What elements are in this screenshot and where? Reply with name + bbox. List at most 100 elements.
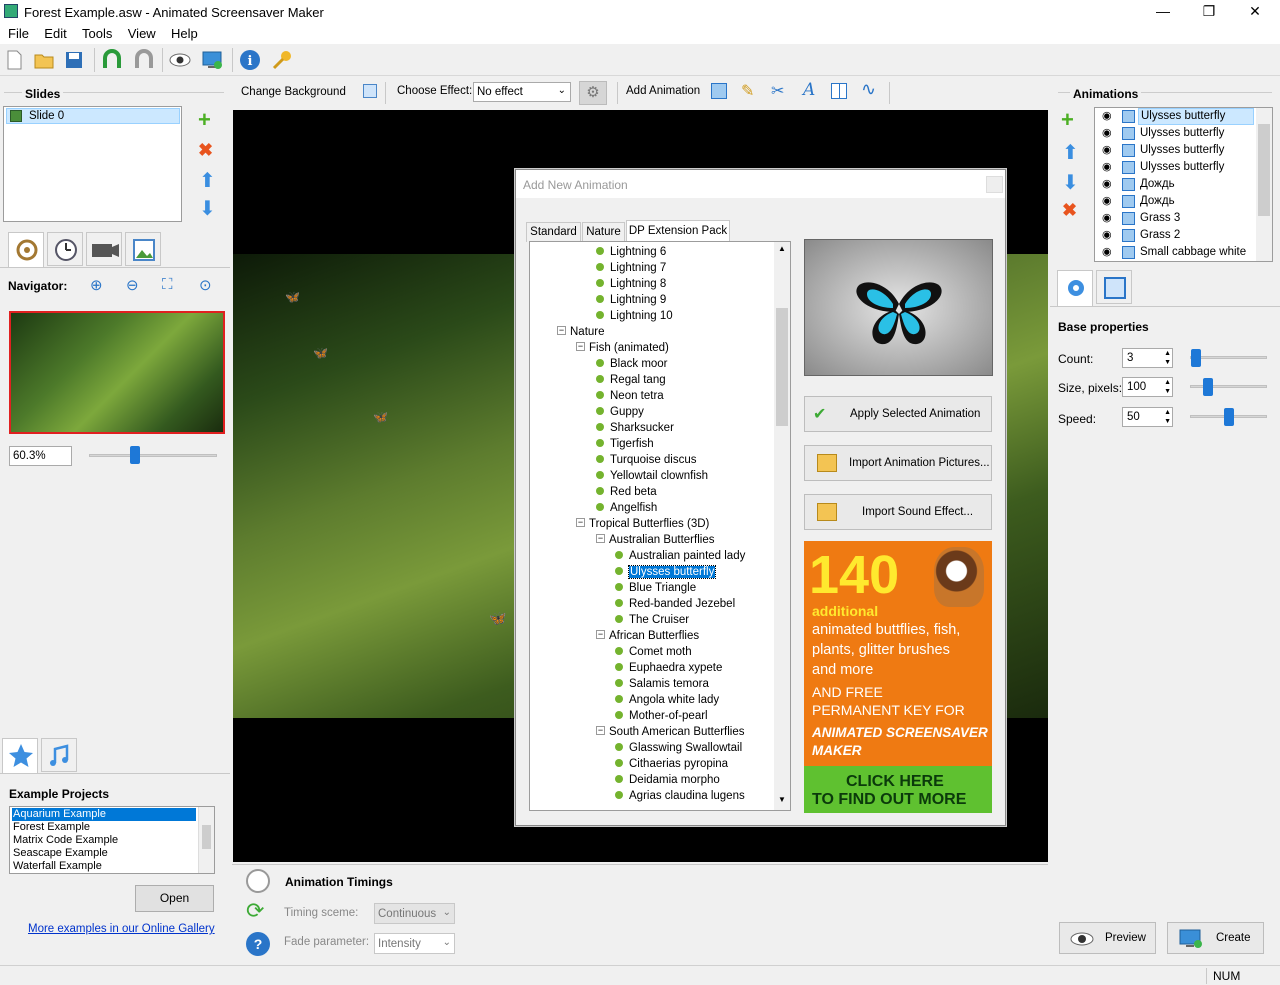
tab-dp-extension-pack[interactable]: DP Extension Pack [626,220,730,242]
count-slider-thumb[interactable] [1191,349,1201,367]
scroll-down-icon[interactable]: ▼ [778,795,786,804]
tree-leaf-item[interactable]: Guppy [596,404,644,420]
scroll-up-icon[interactable]: ▲ [778,244,786,253]
key-icon[interactable] [270,48,294,72]
count-stepper[interactable]: 3 ▲ ▼ [1122,348,1173,368]
animation-list-item[interactable]: ◉ Дождь [1096,193,1258,210]
visibility-eye-icon[interactable]: ◉ [1102,142,1112,159]
tab-properties[interactable] [1057,270,1093,307]
screensaver-monitor-icon[interactable] [200,48,224,72]
info-icon[interactable]: i [238,48,262,72]
collapse-icon[interactable]: − [576,518,585,528]
visibility-eye-icon[interactable]: ◉ [1102,108,1112,125]
collapse-icon[interactable]: − [576,342,585,352]
open-folder-icon[interactable] [32,48,56,72]
example-item[interactable]: Waterfall Example [12,860,196,873]
visibility-eye-icon[interactable]: ◉ [1102,193,1112,210]
slides-list[interactable]: Slide 0 [3,106,182,222]
delete-animation-icon[interactable]: ✖ [1062,200,1077,221]
help-icon[interactable]: ? [246,932,270,956]
wave-effect-icon[interactable]: ∿ [861,79,876,100]
visibility-eye-icon[interactable]: ◉ [1102,244,1112,261]
stepper-arrows-icon[interactable]: ▲ ▼ [1164,378,1171,396]
tree-leaf-item[interactable]: Deidamia morpho [615,772,720,788]
close-button[interactable]: ✕ [1232,0,1278,24]
tab-wheel[interactable] [8,232,44,268]
stepper-arrows-icon[interactable]: ▲ ▼ [1164,349,1171,367]
menu-help[interactable]: Help [171,24,198,44]
tree-folder-item[interactable]: − South American Butterflies [596,724,745,740]
examples-scrollbar[interactable] [198,807,214,873]
visibility-eye-icon[interactable]: ◉ [1102,125,1112,142]
butterfly-sprite[interactable]: 🦋 [285,290,300,304]
tree-leaf-item[interactable]: Lightning 8 [596,276,666,292]
tree-folder-item[interactable]: − Fish (animated) [576,340,669,356]
import-sound-button[interactable]: Import Sound Effect... [804,494,992,530]
preview-button[interactable]: Preview [1059,922,1156,954]
tree-leaf-item[interactable]: Agrias claudina lugens [615,788,745,804]
tab-clock[interactable] [47,232,83,266]
fade-parameter-select[interactable]: Intensity ⌄ [374,933,455,954]
tree-leaf-item[interactable]: Black moor [596,356,668,372]
tree-leaf-item[interactable]: Neon tetra [596,388,664,404]
tree-leaf-item[interactable]: Yellowtail clownfish [596,468,708,484]
visibility-eye-icon[interactable]: ◉ [1102,176,1112,193]
collapse-icon[interactable]: − [596,534,605,544]
menu-tools[interactable]: Tools [82,24,112,44]
undo-icon[interactable] [100,48,124,72]
fit-screen-icon[interactable]: ⛶ [162,276,173,293]
minimize-button[interactable]: — [1140,0,1186,24]
animation-down-icon[interactable]: ⬇ [1062,170,1079,195]
change-background-button[interactable]: Change Background [241,84,381,104]
example-item[interactable]: Forest Example [12,821,196,834]
dialog-close-button[interactable] [986,176,1003,193]
tree-folder-item[interactable]: − Australian Butterflies [596,532,714,548]
import-pictures-button[interactable]: Import Animation Pictures... [804,445,992,481]
animation-list-item[interactable]: ◉ Grass 3 [1096,210,1258,227]
menu-edit[interactable]: Edit [44,24,66,44]
effect-select[interactable]: No effect ⌄ [473,82,571,102]
tree-leaf-item[interactable]: Lightning 6 [596,244,666,260]
redo-icon[interactable] [132,48,156,72]
slide-item[interactable]: Slide 0 [6,108,180,124]
delete-slide-icon[interactable]: ✖ [198,140,213,161]
add-slide-icon[interactable]: + [198,109,211,131]
tab-image[interactable] [125,232,161,266]
butterfly-sprite[interactable]: 🦋 [313,346,328,360]
animation-list-item[interactable]: ◉ Grass 2 [1096,227,1258,244]
tree-leaf-item[interactable]: Tigerfish [596,436,654,452]
visibility-eye-icon[interactable]: ◉ [1102,227,1112,244]
tree-leaf-item[interactable]: Cithaerias pyropina [615,756,728,772]
tree-leaf-item[interactable]: Red beta [596,484,657,500]
example-item[interactable]: Aquarium Example [12,808,196,821]
animation-tree[interactable]: Lightning 6 Lightning 7 Lightning 8 Lightni… [529,241,791,811]
example-item[interactable]: Matrix Code Example [12,834,196,847]
tree-leaf-item[interactable]: Lightning 10 [596,308,673,324]
maximize-button[interactable]: ❐ [1186,0,1232,24]
grid-effect-icon[interactable] [831,83,847,99]
effect-settings-icon[interactable]: ⚙ [579,81,607,105]
collapse-icon[interactable]: − [596,630,605,640]
animation-list-item[interactable]: ◉ Ulysses butterfly [1096,142,1258,159]
animations-scrollbar[interactable] [1256,108,1272,261]
menu-file[interactable]: File [8,24,29,44]
tree-leaf-item[interactable]: Ulysses butterfly [615,564,717,580]
promo-banner[interactable]: 140 additional animated buttflies, fish,… [804,541,992,813]
add-image-animation-icon[interactable] [711,83,727,99]
text-animation-icon[interactable]: A [803,80,815,100]
tree-leaf-item[interactable]: Blue Triangle [615,580,696,596]
animation-list-item[interactable]: ◉ Дождь [1096,176,1258,193]
animation-list-item[interactable]: ◉ Small cabbage white [1096,244,1258,261]
tree-leaf-item[interactable]: Australian painted lady [615,548,745,564]
tab-nature[interactable]: Nature [582,222,625,242]
collapse-icon[interactable]: − [557,326,566,336]
size-slider-thumb[interactable] [1203,378,1213,396]
glitter-brush-icon[interactable]: ✎ [741,81,754,101]
tab-favorites[interactable] [2,738,38,774]
butterfly-sprite[interactable]: 🦋 [489,610,506,627]
stepper-arrows-icon[interactable]: ▲ ▼ [1164,408,1171,426]
butterfly-sprite[interactable]: 🦋 [373,410,388,424]
tree-leaf-item[interactable]: Glasswing Swallowtail [615,740,742,756]
animation-list-item[interactable]: ◉ Ulysses butterfly [1096,125,1258,142]
open-button[interactable]: Open [135,885,214,912]
